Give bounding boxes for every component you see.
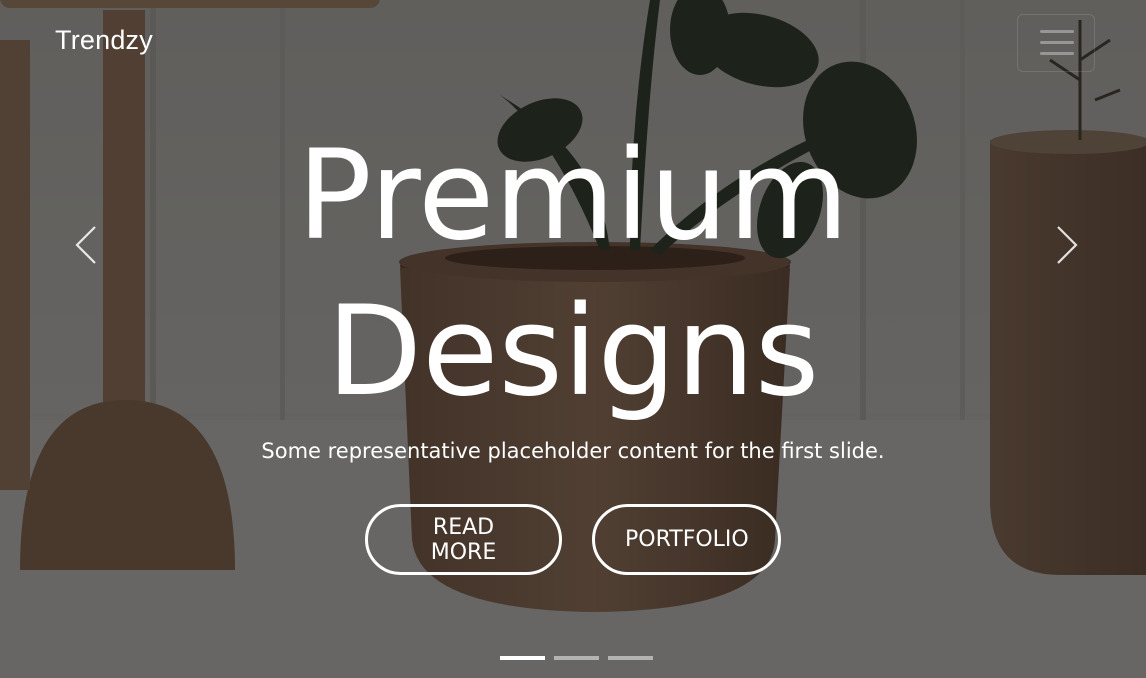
read-more-button[interactable]: READ MORE: [365, 504, 562, 575]
carousel-indicator-3[interactable]: [608, 656, 653, 660]
slide-headline: Premium Designs: [0, 118, 1146, 430]
headline-line-1: Premium: [297, 124, 849, 268]
carousel-indicator-2[interactable]: [554, 656, 599, 660]
carousel-indicator-1[interactable]: [500, 656, 545, 660]
headline-line-2: Designs: [326, 280, 820, 424]
slide-description: Some representative placeholder content …: [261, 439, 885, 463]
slide-actions: READ MORE PORTFOLIO: [0, 504, 1146, 575]
hero-carousel: Trendzy Premium Designs Some representat…: [0, 0, 1146, 678]
hamburger-menu-icon: [1040, 30, 1074, 56]
brand-logo[interactable]: Trendzy: [55, 22, 153, 58]
carousel-indicators: [500, 656, 653, 660]
portfolio-button[interactable]: PORTFOLIO: [592, 504, 781, 575]
navbar-toggler-button[interactable]: [1017, 14, 1095, 72]
slide-caption: Premium Designs Some representative plac…: [0, 118, 1146, 466]
